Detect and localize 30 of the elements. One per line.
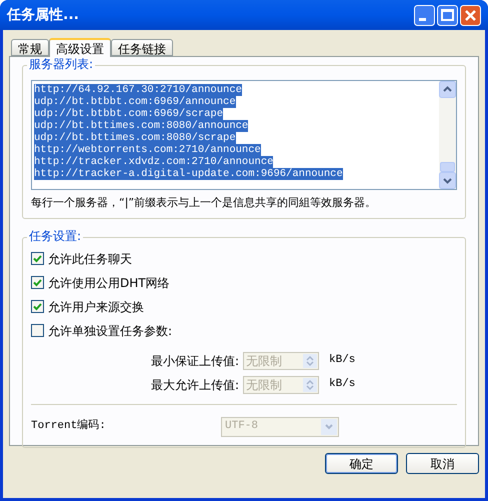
scroll-thumb[interactable] — [440, 162, 455, 172]
field-label: 最小保证上传值: — [150, 352, 239, 370]
scrollbar[interactable] — [439, 81, 456, 189]
checkbox[interactable] — [31, 252, 44, 265]
unit-label: kB/s — [329, 353, 356, 368]
unit-label: kB/s — [329, 377, 356, 392]
group-legend: 服务器列表: — [27, 58, 96, 70]
field-label: Torrent编码: — [31, 418, 107, 434]
checkbox[interactable] — [31, 324, 44, 337]
close-icon[interactable] — [460, 4, 481, 26]
checkbox-label: 允许此任务聊天 — [48, 250, 132, 268]
checkbox[interactable] — [31, 300, 44, 313]
tab[interactable]: 常规 — [11, 39, 49, 56]
field-label: 最大允许上传值: — [150, 376, 239, 394]
scroll-down-icon[interactable] — [439, 172, 456, 189]
tab[interactable]: 高级设置 — [49, 38, 111, 57]
checkbox[interactable] — [31, 276, 44, 289]
hint-text: 每行一个服务器，“|”前缀表示与上一个是信息共享的同組等效服务器。 — [31, 195, 378, 211]
checkbox-label: 允许单独设置任务参数: — [48, 322, 172, 340]
checkbox-label: 允许使用公用DHT网络 — [48, 274, 170, 292]
maximize-icon[interactable] — [437, 4, 458, 26]
scroll-up-icon[interactable] — [439, 81, 456, 98]
dialog-button[interactable]: 确定 — [325, 453, 398, 474]
checkbox-label: 允许用户来源交换 — [48, 298, 144, 316]
group-legend: 任务设置: — [27, 230, 84, 242]
window-title: 任务属性... — [7, 6, 80, 24]
tab[interactable]: 任务链接 — [111, 39, 173, 56]
minimize-icon[interactable] — [414, 4, 435, 26]
server-list-field[interactable] — [31, 80, 457, 190]
dialog-button[interactable]: 取消 — [406, 453, 479, 474]
